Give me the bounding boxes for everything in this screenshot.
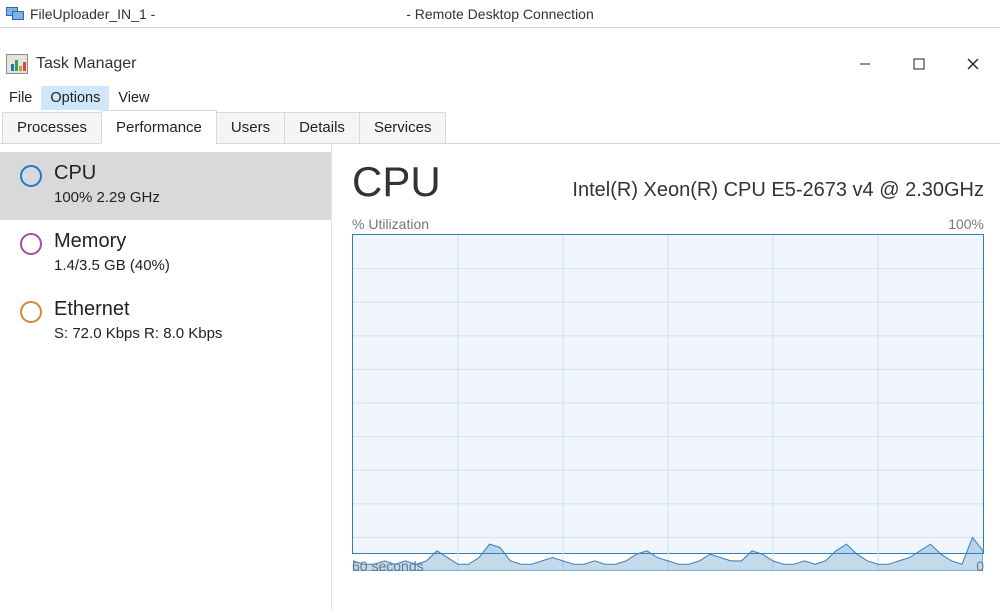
chart-top-axis: % Utilization 100% <box>352 216 984 232</box>
menu-view[interactable]: View <box>109 86 158 110</box>
cpu-utilization-chart[interactable] <box>352 234 984 554</box>
tab-processes[interactable]: Processes <box>2 112 102 144</box>
menu-bar: File Options View <box>0 86 1000 110</box>
side-item-label: Ethernet <box>54 298 222 321</box>
y-axis-max: 100% <box>948 216 984 232</box>
task-manager-title-bar[interactable]: Task Manager <box>0 42 1000 86</box>
side-item-sub: S: 72.0 Kbps R: 8.0 Kbps <box>54 325 222 342</box>
close-button[interactable] <box>946 45 1000 83</box>
ethernet-circle-icon <box>20 301 42 323</box>
rdp-icon <box>6 7 24 21</box>
performance-side-list: CPU 100% 2.29 GHz Memory 1.4/3.5 GB (40%… <box>0 144 332 611</box>
main-header: CPU Intel(R) Xeon(R) CPU E5-2673 v4 @ 2.… <box>352 158 984 206</box>
rdp-connection-name: FileUploader_IN_1 - <box>30 6 155 22</box>
rdp-title-bar: FileUploader_IN_1 - - Remote Desktop Con… <box>0 0 1000 28</box>
tab-services[interactable]: Services <box>359 112 447 144</box>
maximize-button[interactable] <box>892 45 946 83</box>
rdp-center-title: - Remote Desktop Connection <box>406 6 594 22</box>
window-controls <box>838 45 1000 83</box>
minimize-button[interactable] <box>838 45 892 83</box>
side-item-label: CPU <box>54 162 160 185</box>
task-manager-title: Task Manager <box>36 55 137 73</box>
cpu-description: Intel(R) Xeon(R) CPU E5-2673 v4 @ 2.30GH… <box>572 179 984 202</box>
side-item-sub: 1.4/3.5 GB (40%) <box>54 257 170 274</box>
y-axis-label: % Utilization <box>352 216 429 232</box>
performance-body: CPU 100% 2.29 GHz Memory 1.4/3.5 GB (40%… <box>0 144 1000 611</box>
task-manager-icon <box>6 54 28 74</box>
side-item-memory[interactable]: Memory 1.4/3.5 GB (40%) <box>0 220 331 288</box>
side-item-cpu[interactable]: CPU 100% 2.29 GHz <box>0 152 331 220</box>
side-item-ethernet[interactable]: Ethernet S: 72.0 Kbps R: 8.0 Kbps <box>0 288 331 356</box>
main-title: CPU <box>352 158 441 206</box>
side-item-label: Memory <box>54 230 170 253</box>
performance-main-pane: CPU Intel(R) Xeon(R) CPU E5-2673 v4 @ 2.… <box>332 144 1000 611</box>
task-manager-window: Task Manager File Options View Processes… <box>0 42 1000 611</box>
cpu-circle-icon <box>20 165 42 187</box>
tab-details[interactable]: Details <box>284 112 360 144</box>
menu-file[interactable]: File <box>0 86 41 110</box>
side-item-sub: 100% 2.29 GHz <box>54 189 160 206</box>
tab-row: Processes Performance Users Details Serv… <box>0 110 1000 144</box>
tab-performance[interactable]: Performance <box>101 110 217 144</box>
memory-circle-icon <box>20 233 42 255</box>
menu-options[interactable]: Options <box>41 86 109 110</box>
tab-users[interactable]: Users <box>216 112 285 144</box>
